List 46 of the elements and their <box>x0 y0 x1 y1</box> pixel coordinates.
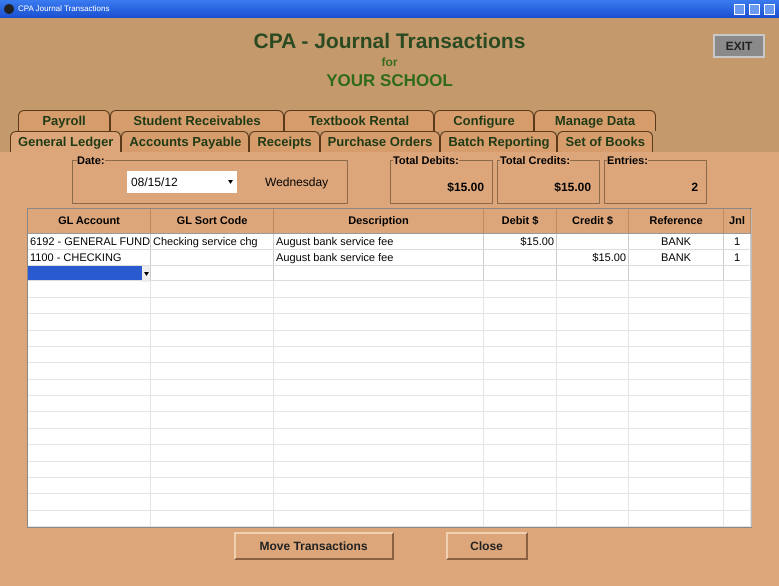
table-cell: $15.00 <box>484 234 557 249</box>
total-value: 2 <box>691 179 698 196</box>
table-cell: Checking service chg <box>151 234 274 249</box>
window-title: CPA Journal Transactions <box>18 3 110 15</box>
column-header[interactable]: Reference <box>629 209 724 233</box>
tab[interactable]: Manage Data <box>534 110 656 131</box>
total-value: $15.00 <box>447 179 484 196</box>
weekday-label: Wednesday <box>265 174 328 191</box>
exit-button[interactable]: EXIT <box>713 34 765 58</box>
table-cell: BANK <box>629 250 724 265</box>
caret-icon <box>144 272 148 276</box>
table-cell: August bank service fee <box>274 234 484 249</box>
table-cell: 6192 - GENERAL FUND <box>28 234 151 249</box>
table-cell: BANK <box>629 234 724 249</box>
dropdown-button[interactable] <box>142 266 150 282</box>
tab[interactable]: Batch Reporting <box>440 131 558 152</box>
minimize-button[interactable] <box>734 4 745 14</box>
scrollbar[interactable] <box>751 209 752 527</box>
action-button[interactable]: Move Transactions <box>234 532 394 560</box>
tab[interactable]: General Ledger <box>10 131 122 152</box>
tab[interactable]: Payroll <box>18 110 110 131</box>
total-value: $15.00 <box>554 179 591 196</box>
tab[interactable]: Accounts Payable <box>121 131 250 152</box>
column-header[interactable]: GL Sort Code <box>151 209 274 233</box>
column-header[interactable]: Debit $ <box>484 209 557 233</box>
close-button[interactable] <box>764 4 775 14</box>
page-title: CPA - Journal Transactions <box>254 30 526 54</box>
for-label: for <box>382 54 398 70</box>
tab[interactable]: Configure <box>434 110 534 131</box>
action-button[interactable]: Close <box>446 532 528 560</box>
tab[interactable]: Receipts <box>249 131 320 152</box>
tab[interactable]: Purchase Orders <box>320 131 440 152</box>
tab[interactable]: Student Receivables <box>110 110 284 131</box>
column-header[interactable]: Credit $ <box>557 209 629 233</box>
tab[interactable]: Textbook Rental <box>284 110 434 131</box>
table-cell: August bank service fee <box>274 250 484 265</box>
column-header[interactable]: GL Account <box>28 209 151 233</box>
column-header[interactable]: Description <box>274 209 484 233</box>
table-cell: $15.00 <box>557 250 629 265</box>
school-name: YOUR SCHOOL <box>326 70 453 92</box>
table-cell: 1100 - CHECKING <box>28 250 151 265</box>
maximize-button[interactable] <box>749 4 760 14</box>
tab[interactable]: Set of Books <box>557 131 653 152</box>
app-icon <box>4 4 14 14</box>
date-field[interactable]: 08/15/12 <box>127 171 237 193</box>
caret-icon <box>228 180 233 184</box>
